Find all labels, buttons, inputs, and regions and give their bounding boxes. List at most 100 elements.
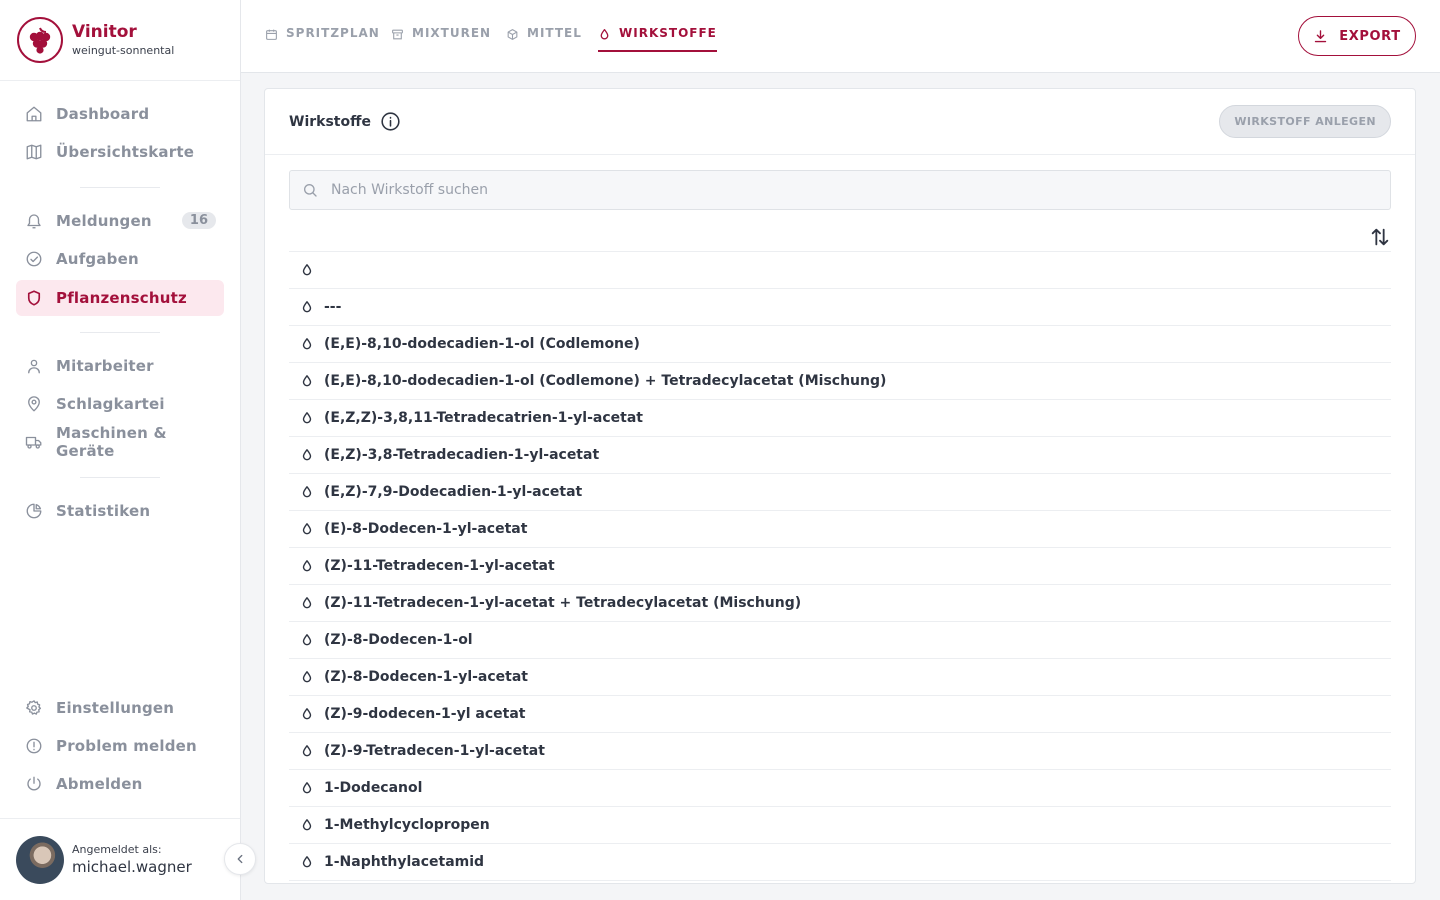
droplet-icon: [302, 338, 312, 350]
list-item-label: (E,Z)-3,8-Tetradecadien-1-yl-acetat: [324, 447, 600, 463]
list-item[interactable]: (Z)-11-Tetradecen-1-yl-acetat: [289, 548, 1391, 585]
sort-arrows-icon: [1371, 228, 1389, 246]
tab-label: MITTEL: [527, 26, 582, 40]
export-label: EXPORT: [1339, 28, 1401, 44]
tab-wirkstoffe[interactable]: WIRKSTOFFE: [598, 26, 717, 52]
tab-label: MIXTUREN: [412, 26, 492, 40]
droplet-icon: [302, 671, 312, 683]
sidebar-item-abmelden[interactable]: Abmelden: [16, 766, 224, 802]
sidebar-item-problem-melden[interactable]: Problem melden: [16, 728, 224, 764]
list-item-label: (E,Z,Z)-3,8,11-Tetradecatrien-1-yl-aceta…: [324, 410, 643, 426]
droplet-icon: [302, 745, 312, 757]
list-item[interactable]: (Z)-8-Dodecen-1-ol: [289, 622, 1391, 659]
list-item[interactable]: (E,E)-8,10-dodecadien-1-ol (Codlemone): [289, 326, 1391, 363]
sidebar-item-maschinen[interactable]: Maschinen & Geräte: [16, 424, 224, 460]
list-item-label: (E,Z)-7,9-Dodecadien-1-yl-acetat: [324, 484, 583, 500]
app-name: Vinitor: [72, 22, 137, 42]
sidebar-item-schlagkartei[interactable]: Schlagkartei: [16, 386, 224, 422]
sidebar-divider: [80, 187, 160, 188]
droplet-icon: [302, 264, 312, 276]
sidebar-divider: [80, 332, 160, 333]
list-item-label: 1-Methylcyclopropen: [324, 817, 490, 833]
avatar[interactable]: [16, 835, 64, 884]
sidebar-item-uebersichtskarte[interactable]: Übersichtskarte: [16, 134, 224, 170]
droplet-icon: [302, 856, 312, 868]
list-item[interactable]: (E,Z)-7,9-Dodecadien-1-yl-acetat: [289, 474, 1391, 511]
alert-circle-icon: [26, 738, 42, 754]
chevron-left-icon: [237, 854, 243, 864]
droplet-icon: [302, 375, 312, 387]
home-icon: [26, 106, 42, 122]
droplet-icon: [302, 523, 312, 535]
sidebar-item-aufgaben[interactable]: Aufgaben: [16, 241, 224, 277]
sidebar-item-label: Schlagkartei: [56, 395, 165, 413]
list-item-label: ---: [324, 299, 342, 315]
wirkstoffe-card: Wirkstoffe WIRKSTOFF ANLEGEN --- (E,E)-8,…: [264, 88, 1416, 884]
power-icon: [27, 776, 41, 791]
sidebar-item-label: Übersichtskarte: [56, 143, 195, 161]
tab-spritzplan[interactable]: SPRITZPLAN: [265, 26, 380, 52]
sidebar-item-label: Einstellungen: [56, 699, 175, 717]
shield-icon: [27, 290, 41, 306]
tab-label: WIRKSTOFFE: [619, 26, 717, 40]
list-item[interactable]: 1-Dodecanol: [289, 770, 1391, 807]
droplet-icon: [302, 412, 312, 424]
list-item-label: (Z)-11-Tetradecen-1-yl-acetat: [324, 558, 555, 574]
list-item[interactable]: (Z)-8-Dodecen-1-yl-acetat: [289, 659, 1391, 696]
list-item[interactable]: (E,Z)-3,8-Tetradecadien-1-yl-acetat: [289, 437, 1391, 474]
user-panel: Angemeldet als: michael.wagner: [0, 818, 240, 900]
list-item-label: 1-Dodecanol: [324, 780, 423, 796]
list-item[interactable]: (E,Z,Z)-3,8,11-Tetradecatrien-1-yl-aceta…: [289, 400, 1391, 437]
tab-mixturen[interactable]: MIXTUREN: [391, 26, 491, 52]
info-icon[interactable]: [380, 111, 401, 132]
sidebar-item-label: Problem melden: [56, 737, 197, 755]
search-input[interactable]: [331, 182, 1331, 198]
sidebar-item-label: Statistiken: [56, 502, 151, 520]
list-item[interactable]: (E,E)-8,10-dodecadien-1-ol (Codlemone) +…: [289, 363, 1391, 400]
droplet-icon: [302, 782, 312, 794]
list-item[interactable]: [289, 252, 1391, 289]
sidebar-item-label: Aufgaben: [56, 250, 139, 268]
tenant-name: weingut-sonnental: [72, 44, 175, 57]
sidebar-divider: [80, 477, 160, 478]
brand[interactable]: Vinitor weingut-sonnental: [0, 0, 240, 81]
list-item-label: (Z)-11-Tetradecen-1-yl-acetat + Tetradec…: [324, 595, 802, 611]
sidebar-item-label: Dashboard: [56, 105, 150, 123]
droplet-icon: [302, 819, 312, 831]
droplet-icon: [302, 486, 312, 498]
truck-icon: [25, 436, 42, 449]
sidebar-item-pflanzenschutz[interactable]: Pflanzenschutz: [16, 280, 224, 316]
export-button[interactable]: EXPORT: [1298, 16, 1416, 56]
sidebar-item-dashboard[interactable]: Dashboard: [16, 96, 224, 132]
list-item[interactable]: (Z)-9-Tetradecen-1-yl-acetat: [289, 733, 1391, 770]
list-item-label: (Z)-9-dodecen-1-yl acetat: [324, 706, 526, 722]
list-item[interactable]: (Z)-11-Tetradecen-1-yl-acetat + Tetradec…: [289, 585, 1391, 622]
top-header: SPRITZPLAN MIXTUREN MITTEL WIRKSTOFFE EX…: [241, 0, 1440, 73]
sidebar-item-mitarbeiter[interactable]: Mitarbeiter: [16, 348, 224, 384]
collapse-sidebar-button[interactable]: [224, 843, 256, 875]
grapes-logo-icon: [17, 17, 63, 63]
tab-mittel[interactable]: MITTEL: [506, 26, 582, 52]
list-item[interactable]: ---: [289, 289, 1391, 326]
sidebar-item-einstellungen[interactable]: Einstellungen: [16, 690, 224, 726]
add-wirkstoff-button[interactable]: WIRKSTOFF ANLEGEN: [1219, 105, 1391, 138]
list-item[interactable]: 1-Methylcyclopropen: [289, 807, 1391, 844]
list-item-label: 1-Naphthylacetamid: [324, 854, 485, 870]
list-item-label: (E,E)-8,10-dodecadien-1-ol (Codlemone): [324, 336, 640, 352]
list-item[interactable]: 1-Naphthylacetamid: [289, 844, 1391, 881]
list-item-label: (Z)-9-Tetradecen-1-yl-acetat: [324, 743, 545, 759]
sidebar-item-label: Meldungen: [56, 212, 152, 230]
sidebar-item-statistiken[interactable]: Statistiken: [16, 493, 224, 529]
list-item[interactable]: (Z)-9-dodecen-1-yl acetat: [289, 696, 1391, 733]
location-pin-icon: [28, 396, 40, 412]
sidebar-item-label: Abmelden: [56, 775, 143, 793]
box-icon: [507, 29, 518, 40]
sort-button[interactable]: [1369, 226, 1391, 248]
list-item[interactable]: (E)-8-Dodecen-1-yl-acetat: [289, 511, 1391, 548]
sidebar-item-label: Maschinen & Geräte: [56, 424, 167, 460]
droplet-icon: [302, 597, 312, 609]
sidebar-item-meldungen[interactable]: Meldungen 16: [16, 203, 224, 239]
check-circle-icon: [26, 251, 42, 267]
tab-label: SPRITZPLAN: [286, 26, 380, 40]
notification-count-badge: 16: [181, 212, 216, 229]
